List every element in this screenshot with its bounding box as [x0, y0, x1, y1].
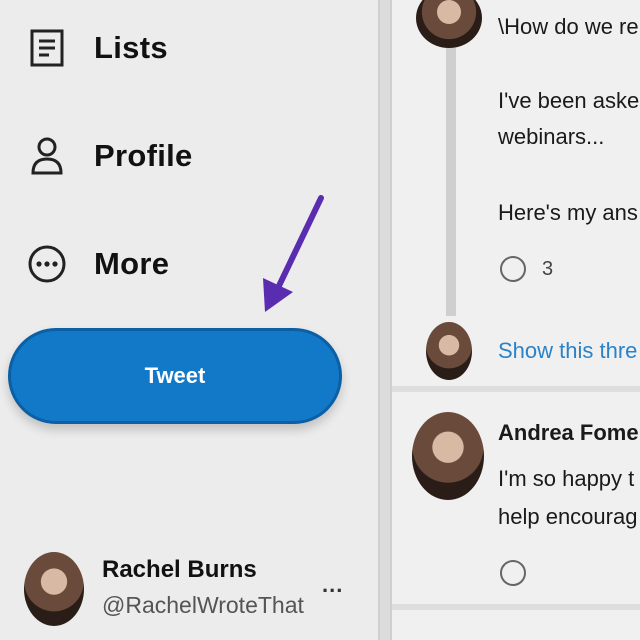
- tweet-button-label: Tweet: [144, 363, 206, 388]
- avatar: [24, 552, 84, 626]
- timeline: \How do we re I've been aske webinars...…: [392, 0, 640, 640]
- feed-separator-2: [392, 604, 640, 610]
- arrow-icon: [263, 195, 324, 312]
- sidebar: Lists Profile More Tweet Rachel Burns @R…: [0, 0, 378, 640]
- thread-line: [446, 48, 456, 316]
- reply-icon[interactable]: [500, 256, 526, 282]
- tweet2-avatar[interactable]: [412, 412, 484, 500]
- tweet2-text-line2: help encourag: [498, 504, 638, 529]
- account-name: Rachel Burns: [102, 556, 257, 583]
- more-circle-icon: [22, 239, 72, 289]
- tweet1-text-line3: Here's my ans: [498, 200, 638, 225]
- nav-item-more[interactable]: More: [22, 234, 169, 294]
- reply-count: 3: [542, 258, 554, 280]
- show-thread-link[interactable]: Show this thre: [498, 338, 637, 364]
- account-more-button[interactable]: ...: [322, 572, 343, 598]
- nav-item-lists[interactable]: Lists: [22, 18, 168, 78]
- account-switcher[interactable]: Rachel Burns @RachelWroteThat ...: [24, 550, 374, 630]
- nav-label-lists: Lists: [94, 30, 168, 65]
- list-icon: [22, 23, 72, 73]
- tweet-button[interactable]: Tweet: [8, 328, 342, 424]
- tweet2-author[interactable]: Andrea Fome: [498, 420, 639, 446]
- tweet2-reply-icon[interactable]: [500, 560, 526, 586]
- feed-separator: [392, 386, 640, 392]
- tweet1-text-title: \How do we re: [498, 14, 639, 39]
- tweet1-avatar[interactable]: [416, 0, 482, 48]
- nav-item-profile[interactable]: Profile: [22, 126, 193, 186]
- person-icon: [22, 131, 72, 181]
- nav-label-profile: Profile: [94, 138, 193, 173]
- nav-label-more: More: [94, 246, 170, 281]
- thread-avatar: [426, 322, 472, 380]
- column-divider: [378, 0, 392, 640]
- account-handle: @RachelWroteThat: [102, 592, 304, 618]
- tweet2-text-line1: I'm so happy t: [498, 466, 635, 491]
- tweet1-text-line1: I've been aske: [498, 88, 640, 113]
- tweet1-text-line2: webinars...: [498, 124, 605, 149]
